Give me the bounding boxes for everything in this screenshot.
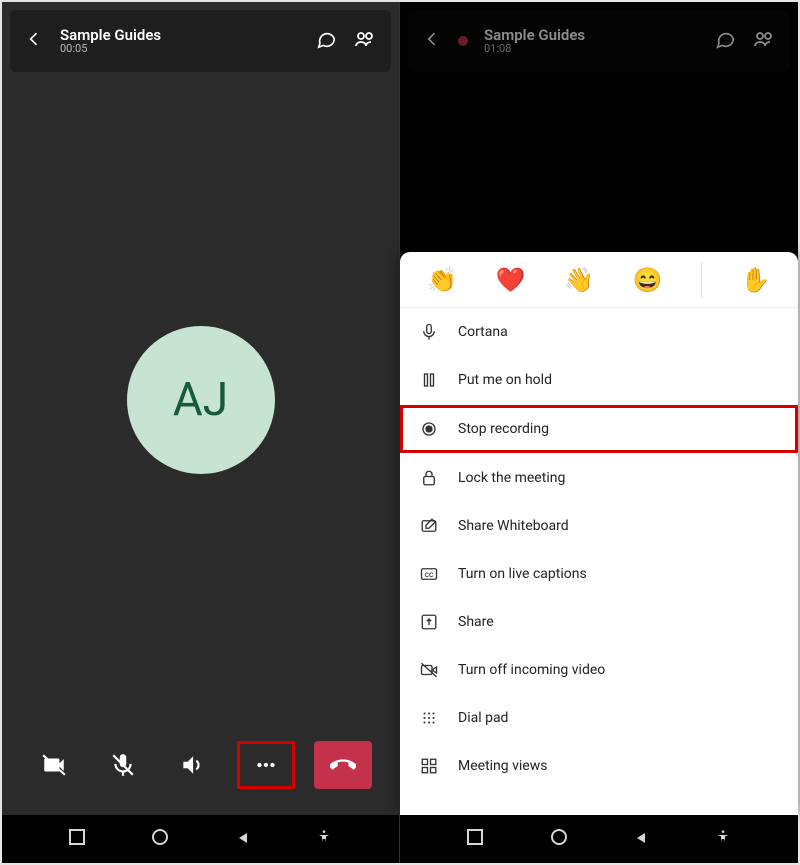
menu-item-mic[interactable]: Cortana xyxy=(400,308,798,356)
android-nav xyxy=(2,815,399,863)
pause-icon xyxy=(418,371,440,389)
menu-item-label: Cortana xyxy=(458,324,508,340)
reaction-clap[interactable]: 👏 xyxy=(427,266,457,294)
back-icon[interactable] xyxy=(422,29,442,53)
end-call-button[interactable] xyxy=(314,741,372,789)
call-header: Sample Guides 01:08 xyxy=(408,10,790,72)
reaction-wave[interactable]: 👋 xyxy=(564,266,594,294)
nav-recents-icon[interactable] xyxy=(69,829,85,849)
menu-item-pause[interactable]: Put me on hold xyxy=(400,356,798,404)
menu-item-label: Stop recording xyxy=(458,421,549,437)
speaker-button[interactable] xyxy=(167,740,217,790)
mic-off-button[interactable] xyxy=(98,740,148,790)
menu-item-share[interactable]: Share xyxy=(400,598,798,646)
chat-icon[interactable] xyxy=(315,28,337,54)
nav-accessibility-icon[interactable] xyxy=(715,829,731,849)
menu-item-label: Put me on hold xyxy=(458,372,552,388)
options-menu: Cortana Put me on hold Stop recording Lock … xyxy=(400,308,798,815)
call-header: Sample Guides 00:05 xyxy=(10,10,391,72)
menu-item-label: Lock the meeting xyxy=(458,470,565,486)
recording-indicator-icon xyxy=(458,36,468,46)
camera-off-button[interactable] xyxy=(29,740,79,790)
reaction-bar: 👏 ❤️ 👋 😄 ✋ xyxy=(400,252,798,308)
dialpad-icon xyxy=(418,709,440,727)
menu-item-views[interactable]: Meeting views xyxy=(400,742,798,790)
menu-item-label: Meeting views xyxy=(458,758,547,774)
views-icon xyxy=(418,757,440,775)
menu-item-label: Share xyxy=(458,614,494,630)
nav-back-icon[interactable] xyxy=(634,830,648,849)
nav-home-icon[interactable] xyxy=(550,828,568,850)
menu-item-videooff[interactable]: Turn off incoming video xyxy=(400,646,798,694)
more-options-sheet: 👏 ❤️ 👋 😄 ✋ Cortana Put me on hold Stop rec… xyxy=(400,252,798,815)
separator xyxy=(701,262,702,298)
cc-icon: CC xyxy=(418,565,440,583)
mic-icon xyxy=(418,323,440,341)
avatar-initials: AJ xyxy=(173,373,228,427)
menu-item-record[interactable]: Stop recording xyxy=(400,405,798,453)
more-options-button[interactable] xyxy=(237,741,295,789)
menu-item-whiteboard[interactable]: Share Whiteboard xyxy=(400,502,798,550)
call-title: Sample Guides xyxy=(60,27,161,44)
back-icon[interactable] xyxy=(24,29,44,53)
svg-text:CC: CC xyxy=(425,573,434,579)
menu-item-lock[interactable]: Lock the meeting xyxy=(400,454,798,502)
nav-accessibility-icon[interactable] xyxy=(316,829,332,849)
menu-item-label: Turn on live captions xyxy=(458,566,587,582)
videooff-icon xyxy=(418,661,440,679)
call-title: Sample Guides xyxy=(484,27,585,44)
menu-item-label: Share Whiteboard xyxy=(458,518,569,534)
people-icon[interactable] xyxy=(752,27,776,55)
menu-item-dialpad[interactable]: Dial pad xyxy=(400,694,798,742)
whiteboard-icon xyxy=(418,517,440,535)
menu-item-cc[interactable]: CC Turn on live captions xyxy=(400,550,798,598)
chat-icon[interactable] xyxy=(714,28,736,54)
call-title-block: Sample Guides 00:05 xyxy=(60,27,161,56)
reaction-smile[interactable]: 😄 xyxy=(633,266,663,294)
reaction-raise-hand[interactable]: ✋ xyxy=(741,266,771,294)
call-controls xyxy=(10,719,391,811)
people-icon[interactable] xyxy=(353,27,377,55)
menu-item-label: Dial pad xyxy=(458,710,508,726)
call-screen-right: Sample Guides 01:08 👏 ❤️ 👋 😄 ✋ Cortana Pu… xyxy=(400,2,798,863)
share-icon xyxy=(418,613,440,631)
participant-avatar: AJ xyxy=(127,326,275,474)
record-icon xyxy=(418,420,440,438)
reaction-heart[interactable]: ❤️ xyxy=(496,266,526,294)
call-title-block: Sample Guides 01:08 xyxy=(484,27,585,56)
call-timer: 00:05 xyxy=(60,43,161,55)
call-body: AJ xyxy=(2,80,399,719)
android-nav xyxy=(400,815,798,863)
nav-home-icon[interactable] xyxy=(151,828,169,850)
nav-back-icon[interactable] xyxy=(236,830,250,849)
nav-recents-icon[interactable] xyxy=(467,829,483,849)
call-timer: 01:08 xyxy=(484,43,585,55)
call-screen-left: Sample Guides 00:05 AJ xyxy=(2,2,400,863)
lock-icon xyxy=(418,469,440,487)
menu-item-label: Turn off incoming video xyxy=(458,662,605,678)
